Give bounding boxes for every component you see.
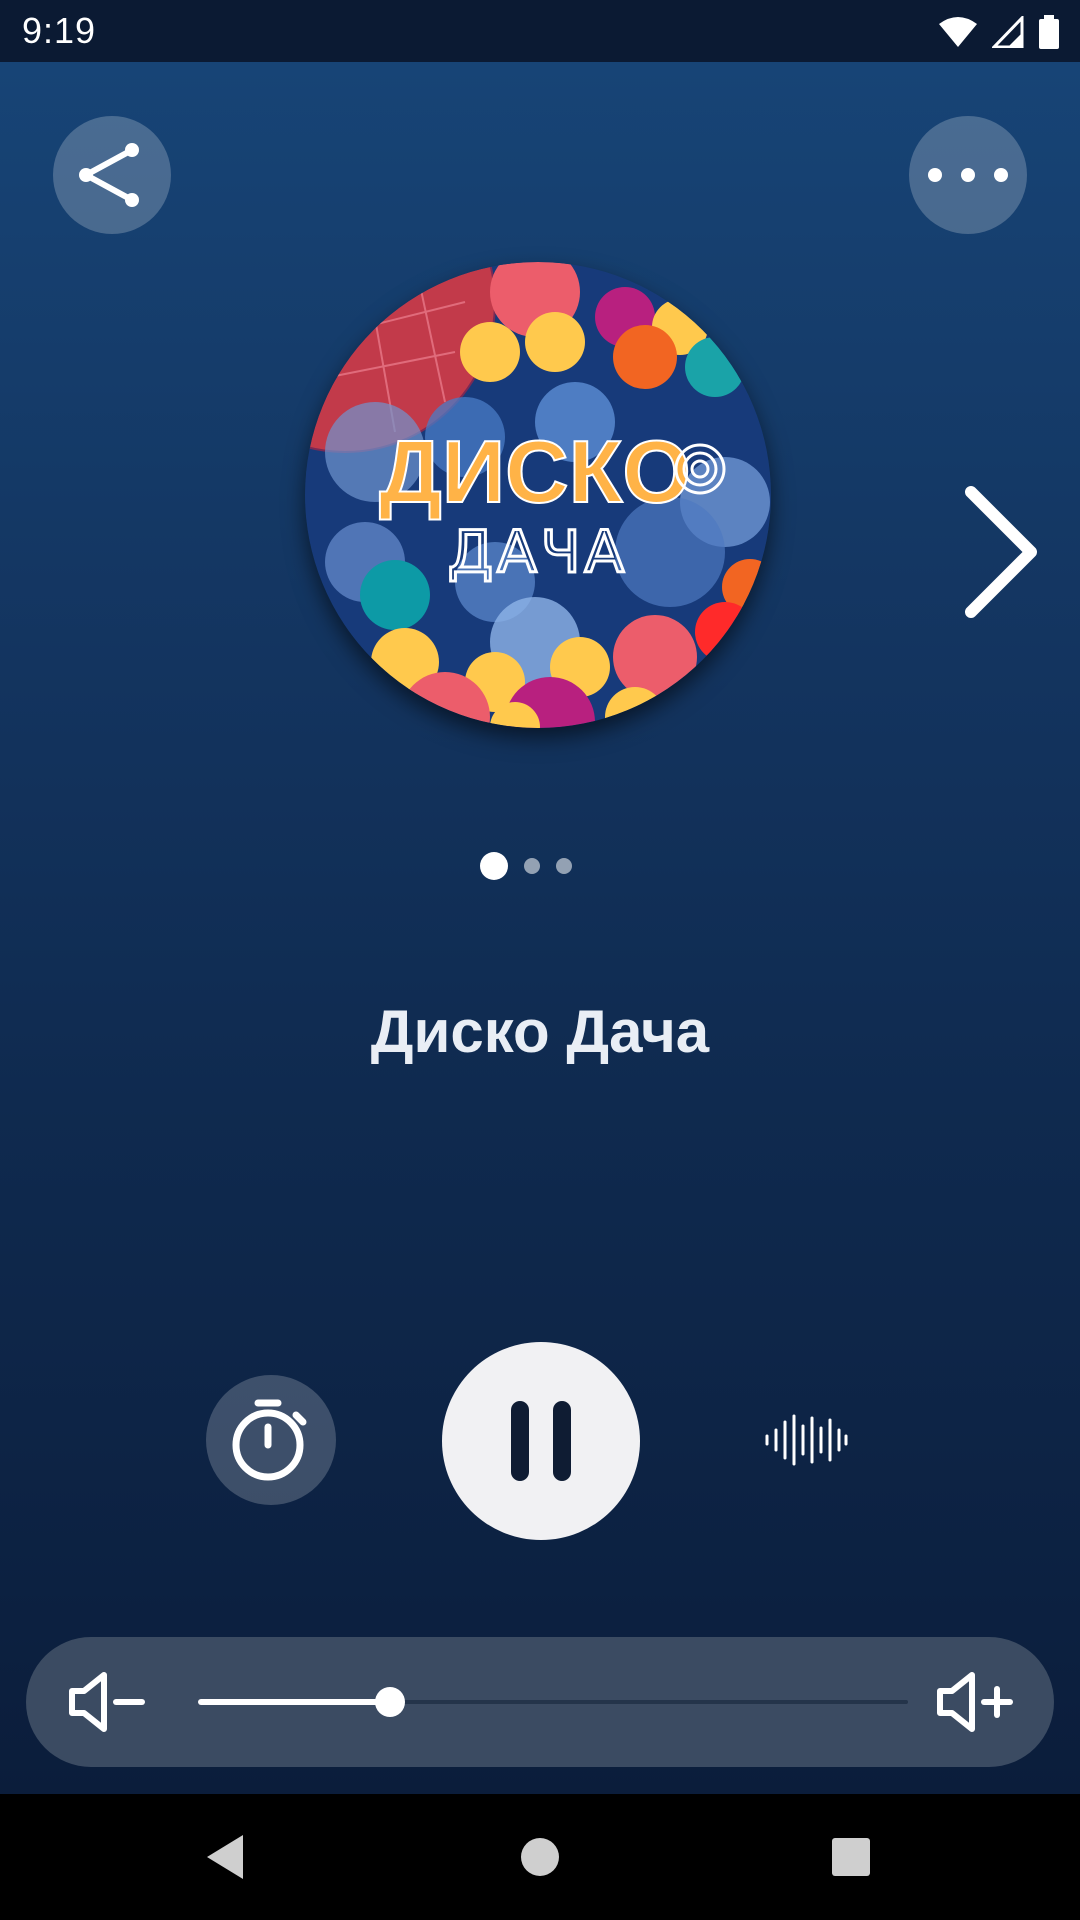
carousel-indicator [480,852,572,880]
player-screen: ДИСКО ДАЧА Диско Дача [0,62,1080,1794]
sleep-timer-button[interactable] [206,1375,336,1505]
volume-up-button[interactable] [934,1669,1014,1735]
status-bar: 9:19 [0,0,1080,62]
audio-wave-icon [765,1414,848,1466]
volume-down-button[interactable] [66,1669,146,1735]
logo-text-disco: ДИСКО [379,422,691,521]
volume-slider[interactable] [198,1687,908,1717]
more-options-button[interactable] [909,116,1027,234]
carousel-dot-2[interactable] [524,858,540,874]
share-button[interactable] [53,116,171,234]
back-icon [207,1835,243,1879]
stopwatch-icon [232,1399,307,1481]
home-icon [521,1838,559,1876]
navigation-bar [0,1794,1080,1920]
share-icon [79,143,139,207]
signal-icon [992,16,1024,48]
volume-control [26,1637,1054,1767]
station-artwork[interactable]: ДИСКО ДАЧА [305,262,771,728]
nav-home-button[interactable] [505,1824,575,1890]
battery-icon [1039,15,1059,49]
next-station-button[interactable] [955,482,1045,622]
volume-up-icon [937,1672,1013,1732]
carousel-dot-1[interactable] [480,852,508,880]
nav-recents-button[interactable] [816,1824,886,1890]
logo-text-dacha: ДАЧА [448,518,628,586]
station-title: Диско Дача [370,998,710,1065]
volume-slider-fill [198,1699,390,1705]
recents-icon [832,1838,870,1876]
carousel-dot-3[interactable] [556,858,572,874]
pause-icon [511,1401,571,1481]
equalizer-button[interactable] [760,1392,852,1488]
chevron-right-icon [965,486,1037,618]
volume-down-icon [69,1672,145,1732]
wifi-icon [939,17,977,47]
volume-slider-thumb[interactable] [374,1687,405,1717]
status-time: 9:19 [22,10,97,51]
more-horizontal-icon [928,168,1008,182]
nav-back-button[interactable] [190,1824,260,1890]
station-logo-image: ДИСКО ДАЧА [305,262,771,728]
play-pause-button[interactable] [442,1342,640,1540]
status-icons [938,14,1060,50]
